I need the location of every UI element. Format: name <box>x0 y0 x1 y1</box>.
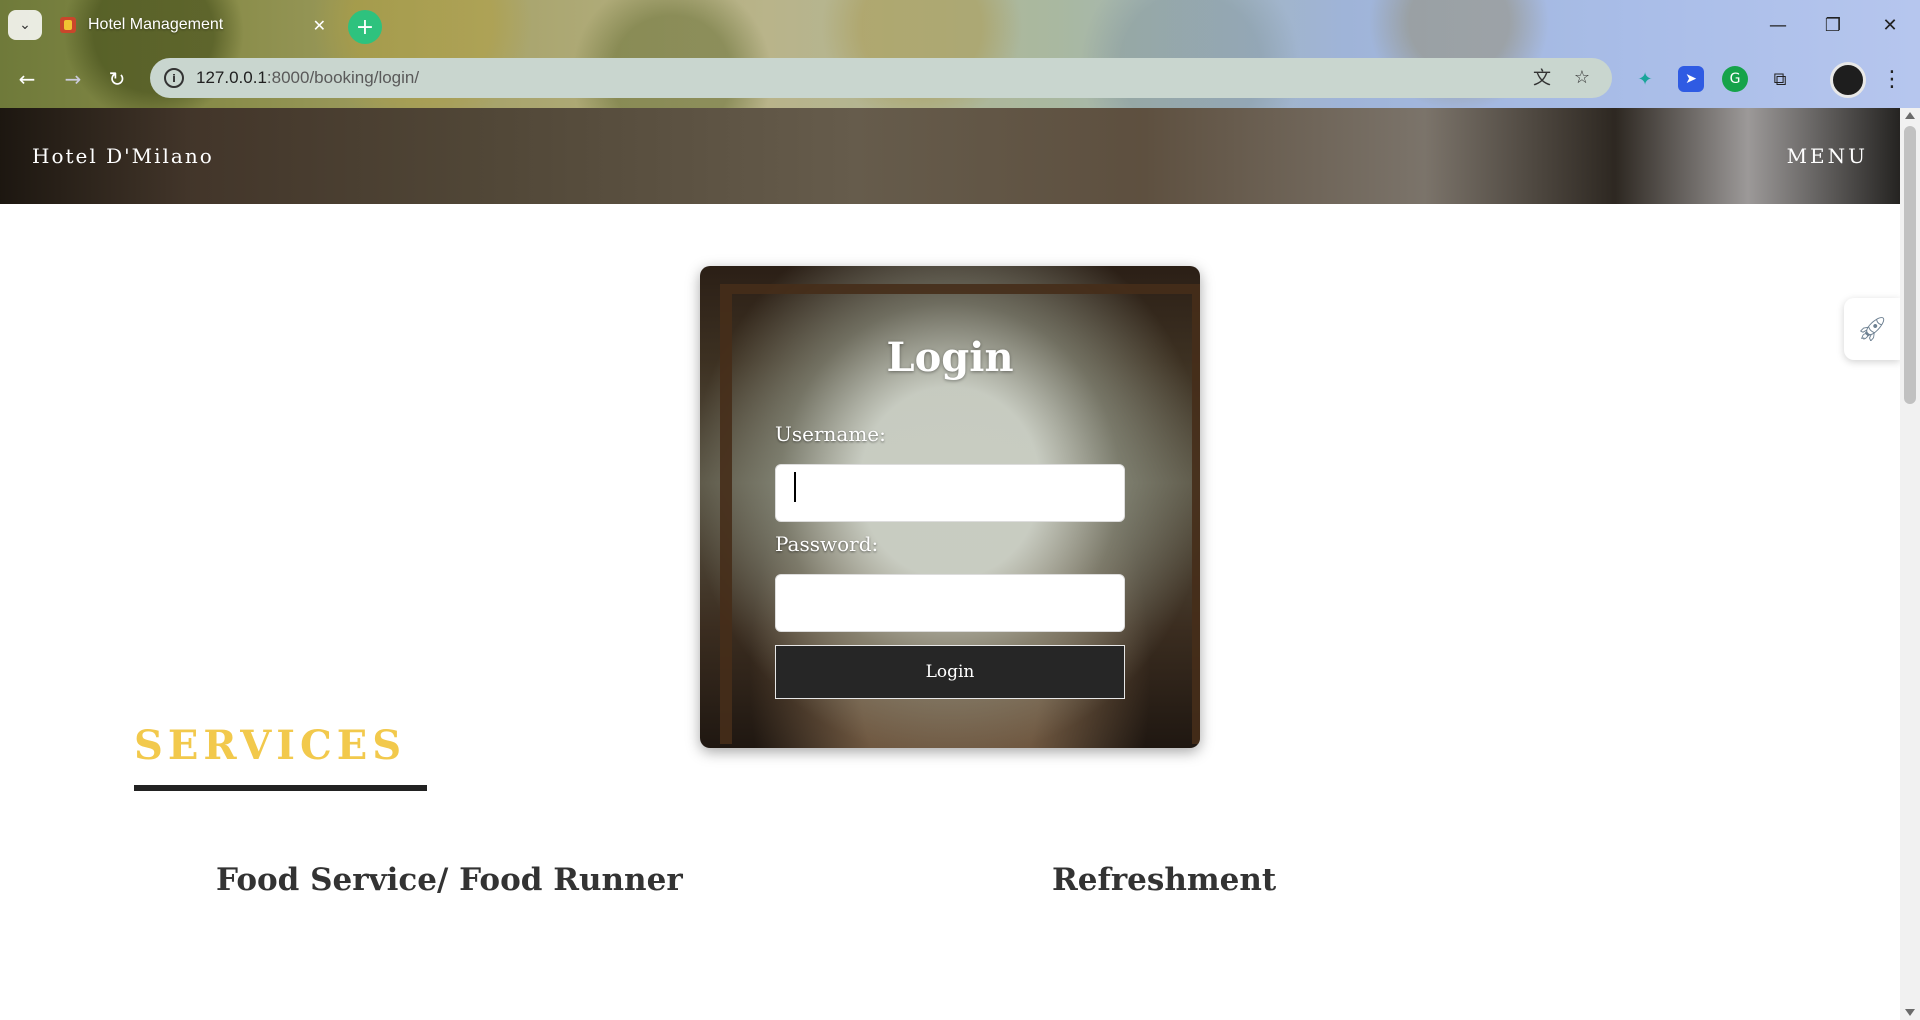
site-info-icon[interactable]: i <box>164 68 184 88</box>
url-host: 127.0.0.1 <box>196 68 267 87</box>
tab-close-icon[interactable]: ✕ <box>313 16 326 35</box>
service-heading: Refreshment <box>1052 862 1277 898</box>
browser-chrome: ⌄ Hotel Management ✕ + — ❐ ✕ ← → ↻ i 127… <box>0 0 1920 108</box>
password-input[interactable] <box>775 574 1125 632</box>
browser-menu-icon[interactable]: ⋮ <box>1881 64 1903 94</box>
menu-link[interactable]: MENU <box>1787 144 1868 168</box>
service-heading: Food Service/ Food Runner <box>216 862 683 898</box>
minimize-button[interactable]: — <box>1758 10 1798 40</box>
translate-icon[interactable]: 文 <box>1530 65 1554 89</box>
close-window-button[interactable]: ✕ <box>1870 10 1910 40</box>
forward-button[interactable]: → <box>58 64 88 94</box>
new-tab-button[interactable]: + <box>348 10 382 44</box>
profile-avatar[interactable] <box>1830 62 1866 98</box>
username-input[interactable] <box>775 464 1125 522</box>
address-bar[interactable]: i 127.0.0.1:8000/booking/login/ <box>150 58 1612 98</box>
url-path: :8000/booking/login/ <box>266 68 420 87</box>
site-brand-link[interactable]: Hotel D'Milano <box>32 144 214 168</box>
scrollbar-thumb[interactable] <box>1904 126 1916 404</box>
grammarly-icon[interactable]: G <box>1722 66 1748 92</box>
password-label: Password: <box>775 532 879 556</box>
page-scrollbar[interactable] <box>1900 108 1920 1020</box>
floating-rocket-widget[interactable]: 🚀︎ <box>1844 298 1900 360</box>
services-title: SERVICES <box>134 722 407 769</box>
extension-pin-icon[interactable]: ✦ <box>1632 66 1658 92</box>
extensions-puzzle-icon[interactable]: ⧉ <box>1767 66 1793 92</box>
tab-hotel-management[interactable]: Hotel Management ✕ <box>48 8 338 42</box>
services-divider <box>134 785 427 791</box>
login-submit-button[interactable]: Login <box>775 645 1125 699</box>
rocket-icon: 🚀︎ <box>1856 315 1888 343</box>
username-label: Username: <box>775 422 886 446</box>
text-caret <box>794 472 796 502</box>
restore-button[interactable]: ❐ <box>1813 10 1853 40</box>
extension-rocket-icon[interactable]: ➤ <box>1678 66 1704 92</box>
login-card: Login Username: Password: Login <box>700 266 1200 748</box>
back-button[interactable]: ← <box>12 64 42 94</box>
login-title: Login <box>886 334 1014 381</box>
scroll-down-icon[interactable] <box>1905 1009 1915 1016</box>
favicon-icon <box>60 17 76 33</box>
tab-title: Hotel Management <box>88 16 224 33</box>
browser-toolbar: ← → ↻ i 127.0.0.1:8000/booking/login/ 文 … <box>0 56 1920 102</box>
reload-button[interactable]: ↻ <box>102 64 132 94</box>
tab-strip: ⌄ Hotel Management ✕ + — ❐ ✕ <box>0 0 1920 50</box>
scroll-up-icon[interactable] <box>1905 112 1915 119</box>
bookmark-star-icon[interactable]: ☆ <box>1570 65 1594 89</box>
tab-search-button[interactable]: ⌄ <box>8 10 42 40</box>
site-header: Hotel D'Milano MENU <box>0 108 1900 204</box>
